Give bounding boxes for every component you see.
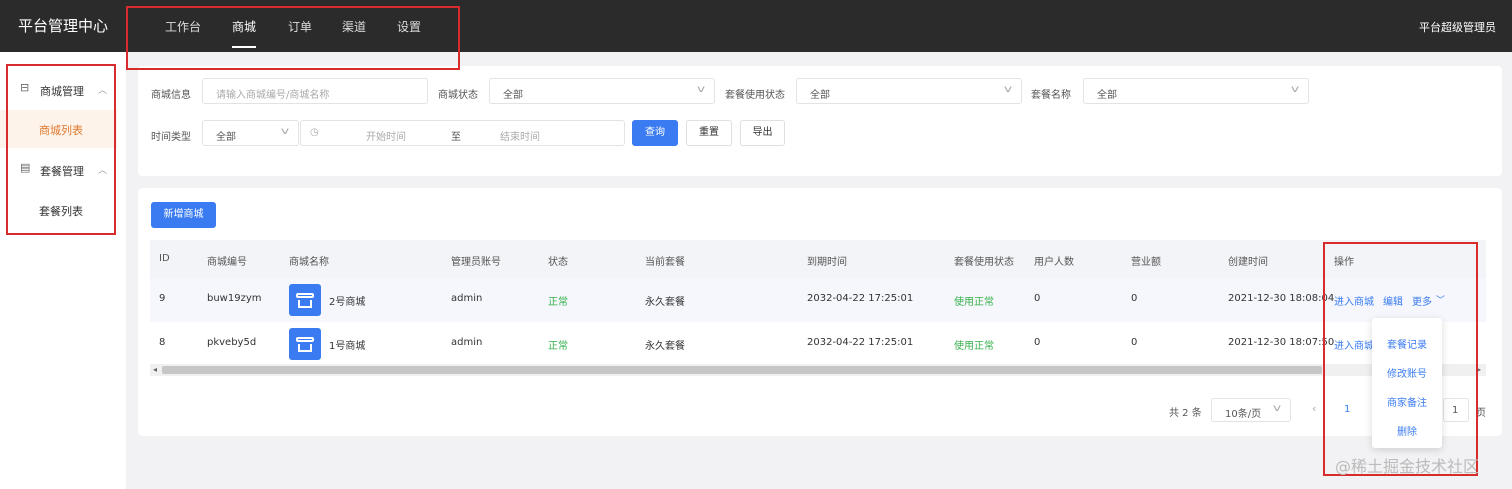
col-id: ID	[159, 253, 170, 264]
col-shop-name: 商城名称	[289, 257, 329, 268]
cell-users: 0	[1034, 337, 1041, 348]
cell-revenue: 0	[1131, 337, 1138, 348]
annotation-box-sidebar	[6, 64, 116, 235]
shop-status-select[interactable]: 全部 v	[489, 78, 715, 104]
horizontal-scrollbar[interactable]: ◂ ▸	[150, 364, 1486, 376]
col-users: 用户人数	[1034, 257, 1074, 268]
cell-status: 正常	[548, 297, 568, 308]
chevron-down-icon: v	[696, 84, 706, 95]
cell-users: 0	[1034, 293, 1041, 304]
date-range-picker[interactable]: ◷ 开始时间 至 结束时间	[300, 120, 625, 146]
scrollbar-thumb[interactable]	[162, 366, 1322, 374]
package-name-value: 全部	[1097, 90, 1117, 101]
shop-logo	[289, 284, 321, 316]
cell-package: 永久套餐	[645, 297, 685, 308]
pagination-total: 共 2 条	[1169, 408, 1202, 419]
export-button[interactable]: 导出	[740, 120, 785, 146]
package-usage-label: 套餐使用状态	[725, 90, 785, 101]
page-size-select[interactable]: 10条/页 v	[1211, 398, 1291, 422]
shop-info-input[interactable]: 请输入商城编号/商城名称	[202, 78, 428, 104]
col-admin: 管理员账号	[451, 257, 501, 268]
cell-package-usage: 使用正常	[954, 341, 994, 352]
cell-id: 9	[159, 293, 166, 304]
add-shop-button[interactable]: 新增商城	[151, 202, 216, 228]
cell-id: 8	[159, 337, 166, 348]
annotation-box-nav	[126, 6, 460, 70]
cell-expire: 2032-04-22 17:25:01	[807, 293, 914, 304]
col-package-usage: 套餐使用状态	[954, 257, 1014, 268]
chevron-down-icon: v	[1290, 84, 1300, 95]
cell-package: 永久套餐	[645, 341, 685, 352]
time-type-value: 全部	[216, 132, 236, 143]
range-separator: 至	[451, 132, 461, 143]
prev-page-icon[interactable]: ‹	[1312, 402, 1316, 415]
shop-info-label: 商城信息	[151, 90, 191, 101]
cell-package-usage: 使用正常	[954, 297, 994, 308]
cell-revenue: 0	[1131, 293, 1138, 304]
col-package: 当前套餐	[645, 257, 685, 268]
package-usage-value: 全部	[810, 90, 830, 101]
cell-admin: admin	[451, 293, 483, 304]
reset-button[interactable]: 重置	[686, 120, 732, 146]
package-usage-select[interactable]: 全部 v	[796, 78, 1022, 104]
table-row: 9 buw19zym 2号商城 admin 正常 永久套餐 2032-04-22…	[150, 278, 1486, 322]
shop-status-label: 商城状态	[438, 90, 478, 101]
cell-status: 正常	[548, 341, 568, 352]
annotation-box-actions	[1323, 242, 1478, 476]
page-size-value: 10条/页	[1225, 409, 1262, 420]
table-header: ID 商城编号 商城名称 管理员账号 状态 当前套餐 到期时间 套餐使用状态 用…	[150, 240, 1486, 278]
cell-shop-name: 1号商城	[329, 341, 366, 352]
app-title: 平台管理中心	[18, 17, 109, 35]
query-button[interactable]: 查询	[632, 120, 678, 146]
start-time-placeholder: 开始时间	[366, 132, 406, 143]
table-row: 8 pkveby5d 1号商城 admin 正常 永久套餐 2032-04-22…	[150, 322, 1486, 366]
package-name-label: 套餐名称	[1031, 90, 1071, 101]
shop-info-placeholder: 请输入商城编号/商城名称	[216, 90, 330, 101]
end-time-placeholder: 结束时间	[500, 132, 540, 143]
time-type-label: 时间类型	[151, 132, 191, 143]
shop-status-value: 全部	[503, 90, 523, 101]
col-expire: 到期时间	[807, 257, 847, 268]
cell-admin: admin	[451, 337, 483, 348]
col-created: 创建时间	[1228, 257, 1268, 268]
current-user[interactable]: 平台超级管理员	[1419, 19, 1496, 35]
chevron-down-icon: v	[1272, 403, 1282, 414]
watermark: @稀土掘金技术社区	[1335, 457, 1480, 476]
time-type-select[interactable]: 全部 v	[202, 120, 299, 146]
cell-expire: 2032-04-22 17:25:01	[807, 337, 914, 348]
cell-created: 2021-12-30 18:08:04	[1228, 293, 1335, 304]
shop-logo	[289, 328, 321, 360]
cell-shop-name: 2号商城	[329, 297, 366, 308]
cell-shop-code: buw19zym	[207, 293, 262, 304]
clock-icon: ◷	[310, 127, 319, 138]
package-name-select[interactable]: 全部 v	[1083, 78, 1309, 104]
chevron-down-icon: v	[1003, 84, 1013, 95]
col-status: 状态	[548, 257, 568, 268]
scroll-left-icon[interactable]: ◂	[153, 365, 157, 374]
chevron-down-icon: v	[280, 126, 290, 137]
cell-created: 2021-12-30 18:07:50	[1228, 337, 1335, 348]
col-revenue: 营业额	[1131, 257, 1161, 268]
col-shop-code: 商城编号	[207, 257, 247, 268]
cell-shop-code: pkveby5d	[207, 337, 257, 348]
